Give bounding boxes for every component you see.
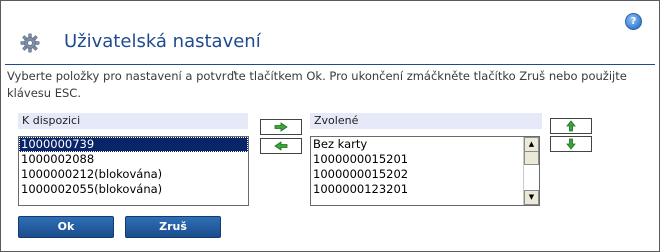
cancel-button[interactable]: Zruš: [125, 216, 221, 238]
page-title: Uživatelská nastavení: [64, 31, 261, 52]
move-down-button[interactable]: [550, 136, 592, 152]
help-icon[interactable]: ?: [625, 13, 642, 30]
selected-list-scrollbar[interactable]: ▲ ▼: [523, 137, 539, 205]
list-item[interactable]: 1000002088: [19, 152, 248, 167]
list-item[interactable]: Bez karty: [311, 137, 539, 152]
move-up-button[interactable]: [550, 118, 592, 134]
list-item[interactable]: 1000000212(blokována): [19, 167, 248, 182]
instructions-text: Vyberte položky pro nastavení a potvrďte…: [7, 69, 627, 100]
list-item[interactable]: 1000000015202: [311, 167, 539, 182]
list-item[interactable]: 1000002055(blokována): [19, 182, 248, 197]
scrollbar-thumb[interactable]: [524, 151, 539, 165]
available-listbox[interactable]: 1000000739 1000002088 1000000212(bloková…: [18, 136, 249, 206]
scroll-down-icon[interactable]: ▼: [524, 190, 539, 205]
move-right-button[interactable]: [260, 119, 302, 135]
gear-icon: [20, 33, 40, 53]
list-item[interactable]: 1000000123201: [311, 182, 539, 197]
available-list-label: K dispozici: [18, 113, 248, 129]
list-item[interactable]: 1000000015201: [311, 152, 539, 167]
arrow-right-icon: [274, 122, 288, 132]
selected-list-label: Zvolené: [310, 113, 542, 129]
settings-panel: ? Uživatelská nastavení Vyberte položky …: [0, 0, 660, 252]
ok-button[interactable]: Ok: [18, 216, 114, 238]
arrow-left-icon: [274, 141, 288, 151]
selected-listbox[interactable]: Bez karty 1000000015201 1000000015202 10…: [310, 136, 540, 206]
scroll-up-icon[interactable]: ▲: [524, 137, 539, 152]
arrow-down-icon: [566, 138, 576, 150]
list-item[interactable]: 1000000739: [19, 137, 248, 152]
arrow-up-icon: [566, 120, 576, 132]
move-left-button[interactable]: [260, 138, 302, 154]
title-divider: [5, 64, 655, 65]
